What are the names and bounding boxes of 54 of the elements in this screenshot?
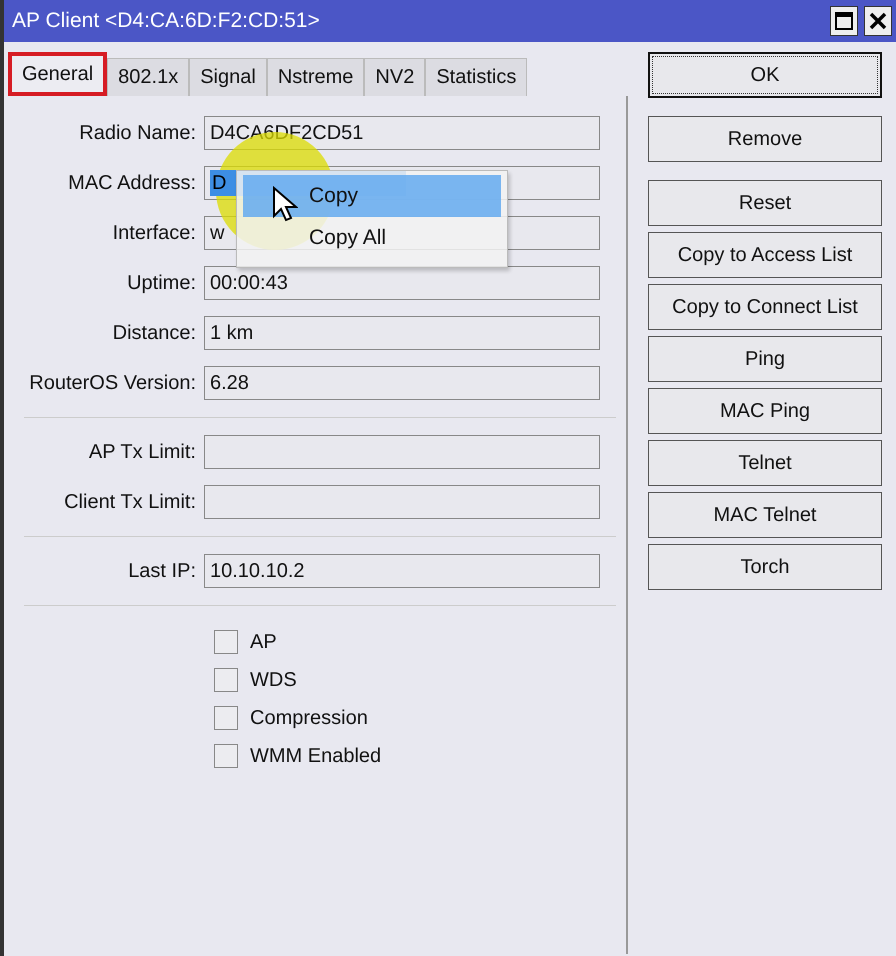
window-title: AP Client <D4:CA:6D:F2:CD:51> [12, 9, 320, 33]
maximize-icon [834, 11, 854, 31]
checkbox[interactable] [214, 668, 238, 692]
action-button[interactable]: Torch [648, 544, 882, 590]
field-value: 00:00:43 [210, 272, 288, 294]
field-value: w [210, 222, 224, 244]
checkbox[interactable] [214, 630, 238, 654]
tab[interactable]: Statistics [425, 58, 528, 96]
input-field[interactable]: 10.10.10.2 [204, 554, 600, 588]
tab[interactable]: Nstreme [266, 58, 364, 96]
action-button[interactable]: Ping [648, 336, 882, 382]
input-field[interactable]: D4CA6DF2CD51 [204, 116, 600, 150]
checkbox[interactable] [214, 744, 238, 768]
action-button[interactable]: Telnet [648, 440, 882, 486]
checkbox-label: WMM Enabled [250, 744, 382, 768]
close-button[interactable] [864, 6, 892, 36]
action-button[interactable]: MAC Ping [648, 388, 882, 434]
action-button[interactable]: Copy to Connect List [648, 284, 882, 330]
field-label: Radio Name: [78, 122, 197, 144]
cursor-icon [272, 186, 298, 222]
maximize-button[interactable] [830, 6, 858, 36]
field-label: Client Tx Limit: [63, 490, 197, 514]
input-field[interactable]: 00:00:43 [204, 266, 600, 300]
checkbox-label: Compression [250, 706, 368, 730]
tab[interactable]: 802.1x [107, 58, 190, 96]
field-label: Last IP: [127, 560, 197, 582]
tab[interactable]: Signal [189, 58, 267, 96]
menu-item[interactable]: Copy [243, 175, 501, 217]
checkbox-label: AP [250, 630, 277, 654]
field-value: 6.28 [210, 372, 249, 394]
action-button[interactable]: OK [648, 52, 882, 98]
menu-item[interactable]: Copy All [243, 217, 501, 259]
field-label: AP Tx Limit: [88, 440, 197, 464]
checkbox-label: WDS [250, 668, 297, 692]
input-field[interactable]: 1 km [204, 316, 600, 350]
field-label: Distance: [112, 322, 197, 344]
field-value: 10.10.10.2 [210, 560, 305, 582]
action-button[interactable]: MAC Telnet [648, 492, 882, 538]
close-icon [868, 11, 888, 31]
action-button[interactable]: Remove [648, 116, 882, 162]
input-field[interactable] [204, 485, 600, 519]
field-label: Interface: [112, 222, 197, 244]
field-value: D4CA6DF2CD51 [210, 122, 364, 144]
tab[interactable]: General [8, 52, 108, 96]
action-button[interactable]: Reset [648, 180, 882, 226]
input-field[interactable]: 6.28 [204, 366, 600, 400]
tab[interactable]: NV2 [364, 58, 426, 96]
checkbox[interactable] [214, 706, 238, 730]
field-label: Uptime: [126, 272, 197, 294]
field-value: 1 km [210, 322, 254, 344]
input-field[interactable] [204, 435, 600, 469]
field-label: RouterOS Version: [28, 372, 197, 394]
field-label: MAC Address: [67, 172, 197, 194]
action-button[interactable]: Copy to Access List [648, 232, 882, 278]
